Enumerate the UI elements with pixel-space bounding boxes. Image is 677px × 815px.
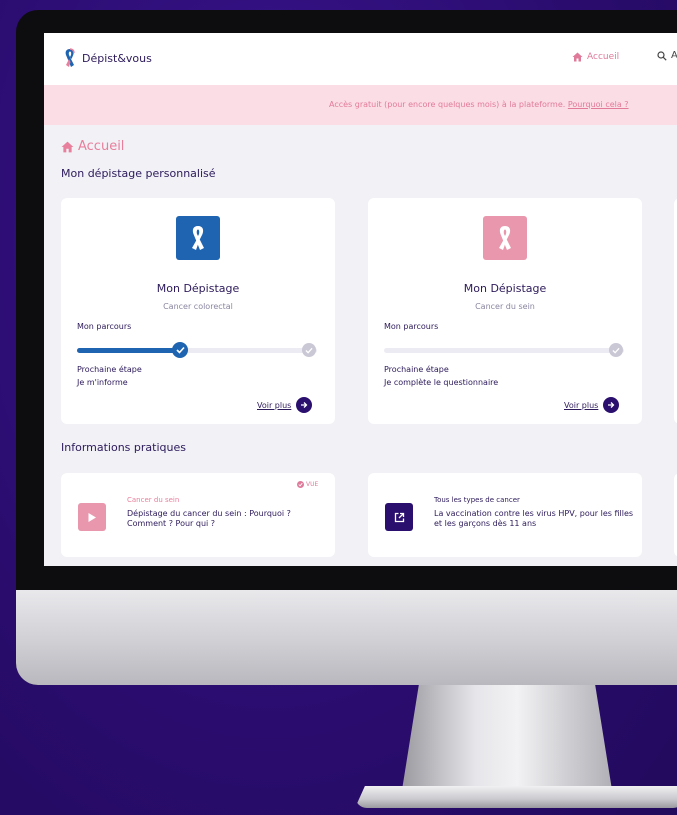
next-step-value: Je complète le questionnaire [384,378,499,387]
banner-text-wrap: Accès gratuit (pour encore quelques mois… [329,100,629,109]
monitor-stand [402,685,612,790]
app-logo[interactable]: Dépist&vous [63,47,152,69]
search-icon [657,50,667,61]
info-category: Tous les types de cancer [434,496,520,504]
banner-text: Accès gratuit (pour encore quelques mois… [329,100,568,109]
see-more-link[interactable]: Voir plus [564,397,620,413]
info-banner: Accès gratuit (pour encore quelques mois… [44,85,677,125]
progress-fill [77,348,178,353]
arrow-right-icon[interactable] [603,397,620,413]
next-step-value: Je m'informe [77,378,128,387]
app-name: Dépist&vous [82,51,152,65]
ribbon-icon [483,216,527,260]
monitor-base [355,786,677,808]
next-step-label: Prochaine étape [77,365,142,374]
card-subtitle: Cancer colorectal [163,302,233,311]
nav-search-link[interactable]: A [657,50,677,61]
screening-card-colorectal[interactable]: Mon Dépistage Cancer colorectal Mon parc… [61,198,335,424]
arrow-right-icon[interactable] [296,397,313,413]
card-subtitle: Cancer du sein [475,302,535,311]
section-title-screening: Mon dépistage personnalisé [61,167,216,180]
breadcrumb[interactable]: Accueil [61,139,124,154]
info-title: La vaccination contre les virus HPV, pou… [434,509,634,528]
nav-search-label: A [671,50,677,61]
nav-home-label: Accueil [587,52,620,62]
card-title: Mon Dépistage [463,282,547,295]
breadcrumb-label: Accueil [78,139,125,154]
next-step-label: Prochaine étape [384,365,449,374]
step-end-check-icon [302,343,316,357]
top-bar: Dépist&vous Accueil A [44,33,677,85]
monitor-chin [16,590,677,685]
progress-track [384,348,624,353]
external-link-icon[interactable] [385,503,413,531]
screen: Dépist&vous Accueil A Accès gratuit (pou… [44,33,677,566]
see-more-label: Voir plus [257,400,292,410]
info-title: Dépistage du cancer du sein : Pourquoi ?… [127,509,291,528]
ribbon-icon [176,216,220,260]
seen-badge: VUE [297,481,318,488]
ribbon-logo-icon [65,48,75,67]
nav-home-link[interactable]: Accueil [572,52,619,62]
see-more-label: Voir plus [564,400,599,410]
step-done-check-icon [172,342,188,358]
play-icon[interactable] [78,503,106,531]
info-category: Cancer du sein [127,496,180,504]
info-card-breast-screening[interactable]: VUE Cancer du sein Dépistage du cancer d… [61,473,335,557]
check-circle-icon [297,481,304,488]
screening-card-breast[interactable]: Mon Dépistage Cancer du sein Mon parcour… [368,198,642,424]
home-icon [572,52,583,62]
home-icon [61,141,74,152]
journey-label: Mon parcours [77,322,132,331]
see-more-link[interactable]: Voir plus [257,397,313,413]
section-title-practical-info: Informations pratiques [61,441,186,454]
banner-why-link[interactable]: Pourquoi cela ? [568,100,629,109]
journey-label: Mon parcours [384,322,439,331]
seen-badge-label: VUE [306,481,319,488]
info-card-hpv-vaccination[interactable]: Tous les types de cancer La vaccination … [368,473,642,557]
card-title: Mon Dépistage [156,282,240,295]
progress-track [77,348,317,353]
step-end-check-icon [609,343,623,357]
